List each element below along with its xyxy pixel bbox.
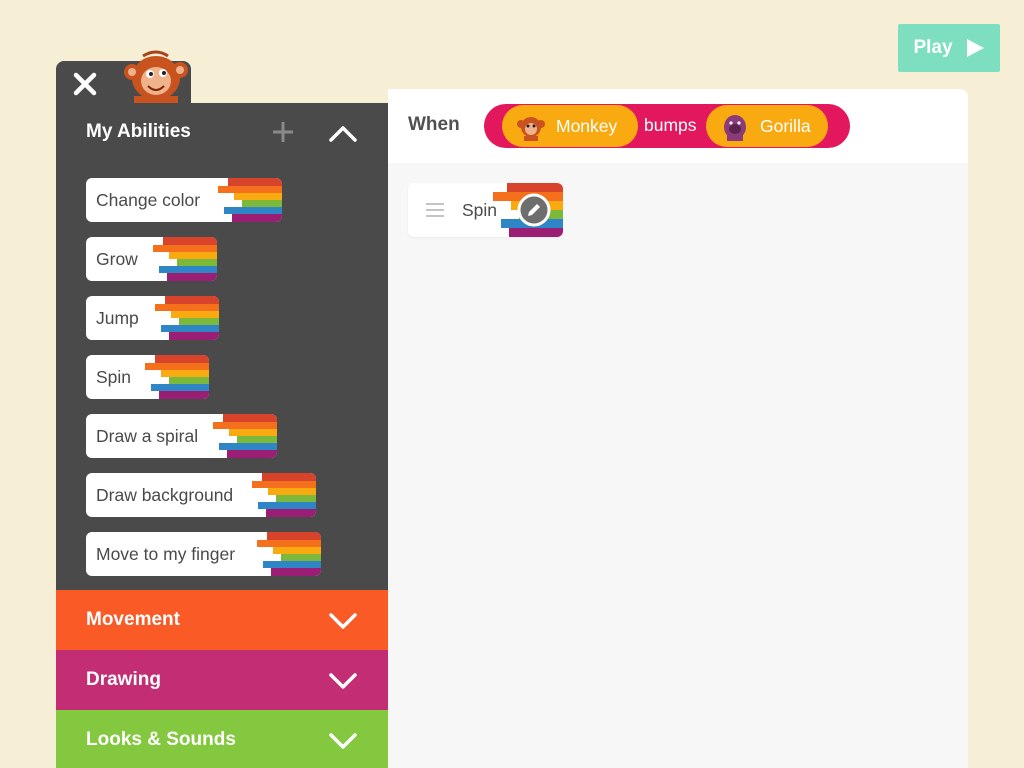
ability-label: Change color xyxy=(96,189,201,210)
chevron-down-icon xyxy=(329,673,357,689)
ability-label: Jump xyxy=(96,307,139,328)
category-looks-and-sounds[interactable]: Looks & Sounds xyxy=(56,710,388,768)
rainbow-stripes xyxy=(153,237,217,281)
actor2-label: Gorilla xyxy=(760,115,811,136)
ability-jump[interactable]: Jump xyxy=(86,296,219,340)
rule-canvas: When Monkey bumps Gorilla Spin xyxy=(388,89,968,768)
actor-gorilla-pill[interactable]: Gorilla xyxy=(706,105,828,147)
when-label: When xyxy=(408,114,460,135)
rainbow-stripes xyxy=(155,296,219,340)
chevron-down-icon xyxy=(329,613,357,629)
script-block-spin[interactable]: Spin xyxy=(408,183,563,237)
pencil-icon[interactable] xyxy=(517,193,551,227)
my-abilities-header[interactable]: My Abilities xyxy=(56,103,388,161)
category-drawing[interactable]: Drawing xyxy=(56,650,388,710)
verb-label: bumps xyxy=(644,115,697,135)
ability-draw-background[interactable]: Draw background xyxy=(86,473,316,517)
category-label: Looks & Sounds xyxy=(86,729,236,750)
rainbow-stripes xyxy=(252,473,316,517)
my-abilities-title: My Abilities xyxy=(86,121,191,142)
ability-label: Spin xyxy=(96,366,132,387)
gorilla-icon xyxy=(724,115,746,141)
rainbow-stripes xyxy=(145,355,209,399)
chevron-up-icon[interactable] xyxy=(328,123,358,143)
actor-monkey-pill[interactable]: Monkey xyxy=(502,105,638,147)
plus-icon[interactable] xyxy=(272,121,294,143)
ability-draw-a-spiral[interactable]: Draw a spiral xyxy=(86,414,277,458)
monkey-icon xyxy=(124,50,188,106)
category-movement[interactable]: Movement xyxy=(56,590,388,650)
ability-label: Grow xyxy=(96,248,138,269)
ability-spin[interactable]: Spin xyxy=(86,355,209,399)
play-button[interactable]: Play xyxy=(898,24,1000,72)
abilities-sidebar: My Abilities Change color Grow Jump Spin… xyxy=(56,103,388,768)
drag-handle-icon[interactable] xyxy=(425,202,445,218)
rainbow-stripes xyxy=(213,414,277,458)
close-icon[interactable] xyxy=(72,71,98,97)
ability-label: Move to my finger xyxy=(96,543,236,564)
play-label: Play xyxy=(913,37,953,58)
ability-move-to-my-finger[interactable]: Move to my finger xyxy=(86,532,321,576)
category-label: Movement xyxy=(86,609,180,630)
ability-label: Draw background xyxy=(96,484,234,505)
when-bar: When Monkey bumps Gorilla xyxy=(388,89,968,163)
chevron-down-icon xyxy=(329,733,357,749)
trigger-pill[interactable]: Monkey bumps Gorilla xyxy=(484,104,850,148)
rainbow-stripes xyxy=(218,178,282,222)
play-triangle-icon xyxy=(966,39,984,57)
category-label: Drawing xyxy=(86,669,161,690)
rainbow-stripes xyxy=(257,532,321,576)
ability-grow[interactable]: Grow xyxy=(86,237,217,281)
ability-change-color[interactable]: Change color xyxy=(86,178,282,222)
monkey-icon xyxy=(517,117,545,141)
actor1-label: Monkey xyxy=(556,115,618,136)
block-label: Spin xyxy=(462,200,498,220)
ability-label: Draw a spiral xyxy=(96,425,199,446)
